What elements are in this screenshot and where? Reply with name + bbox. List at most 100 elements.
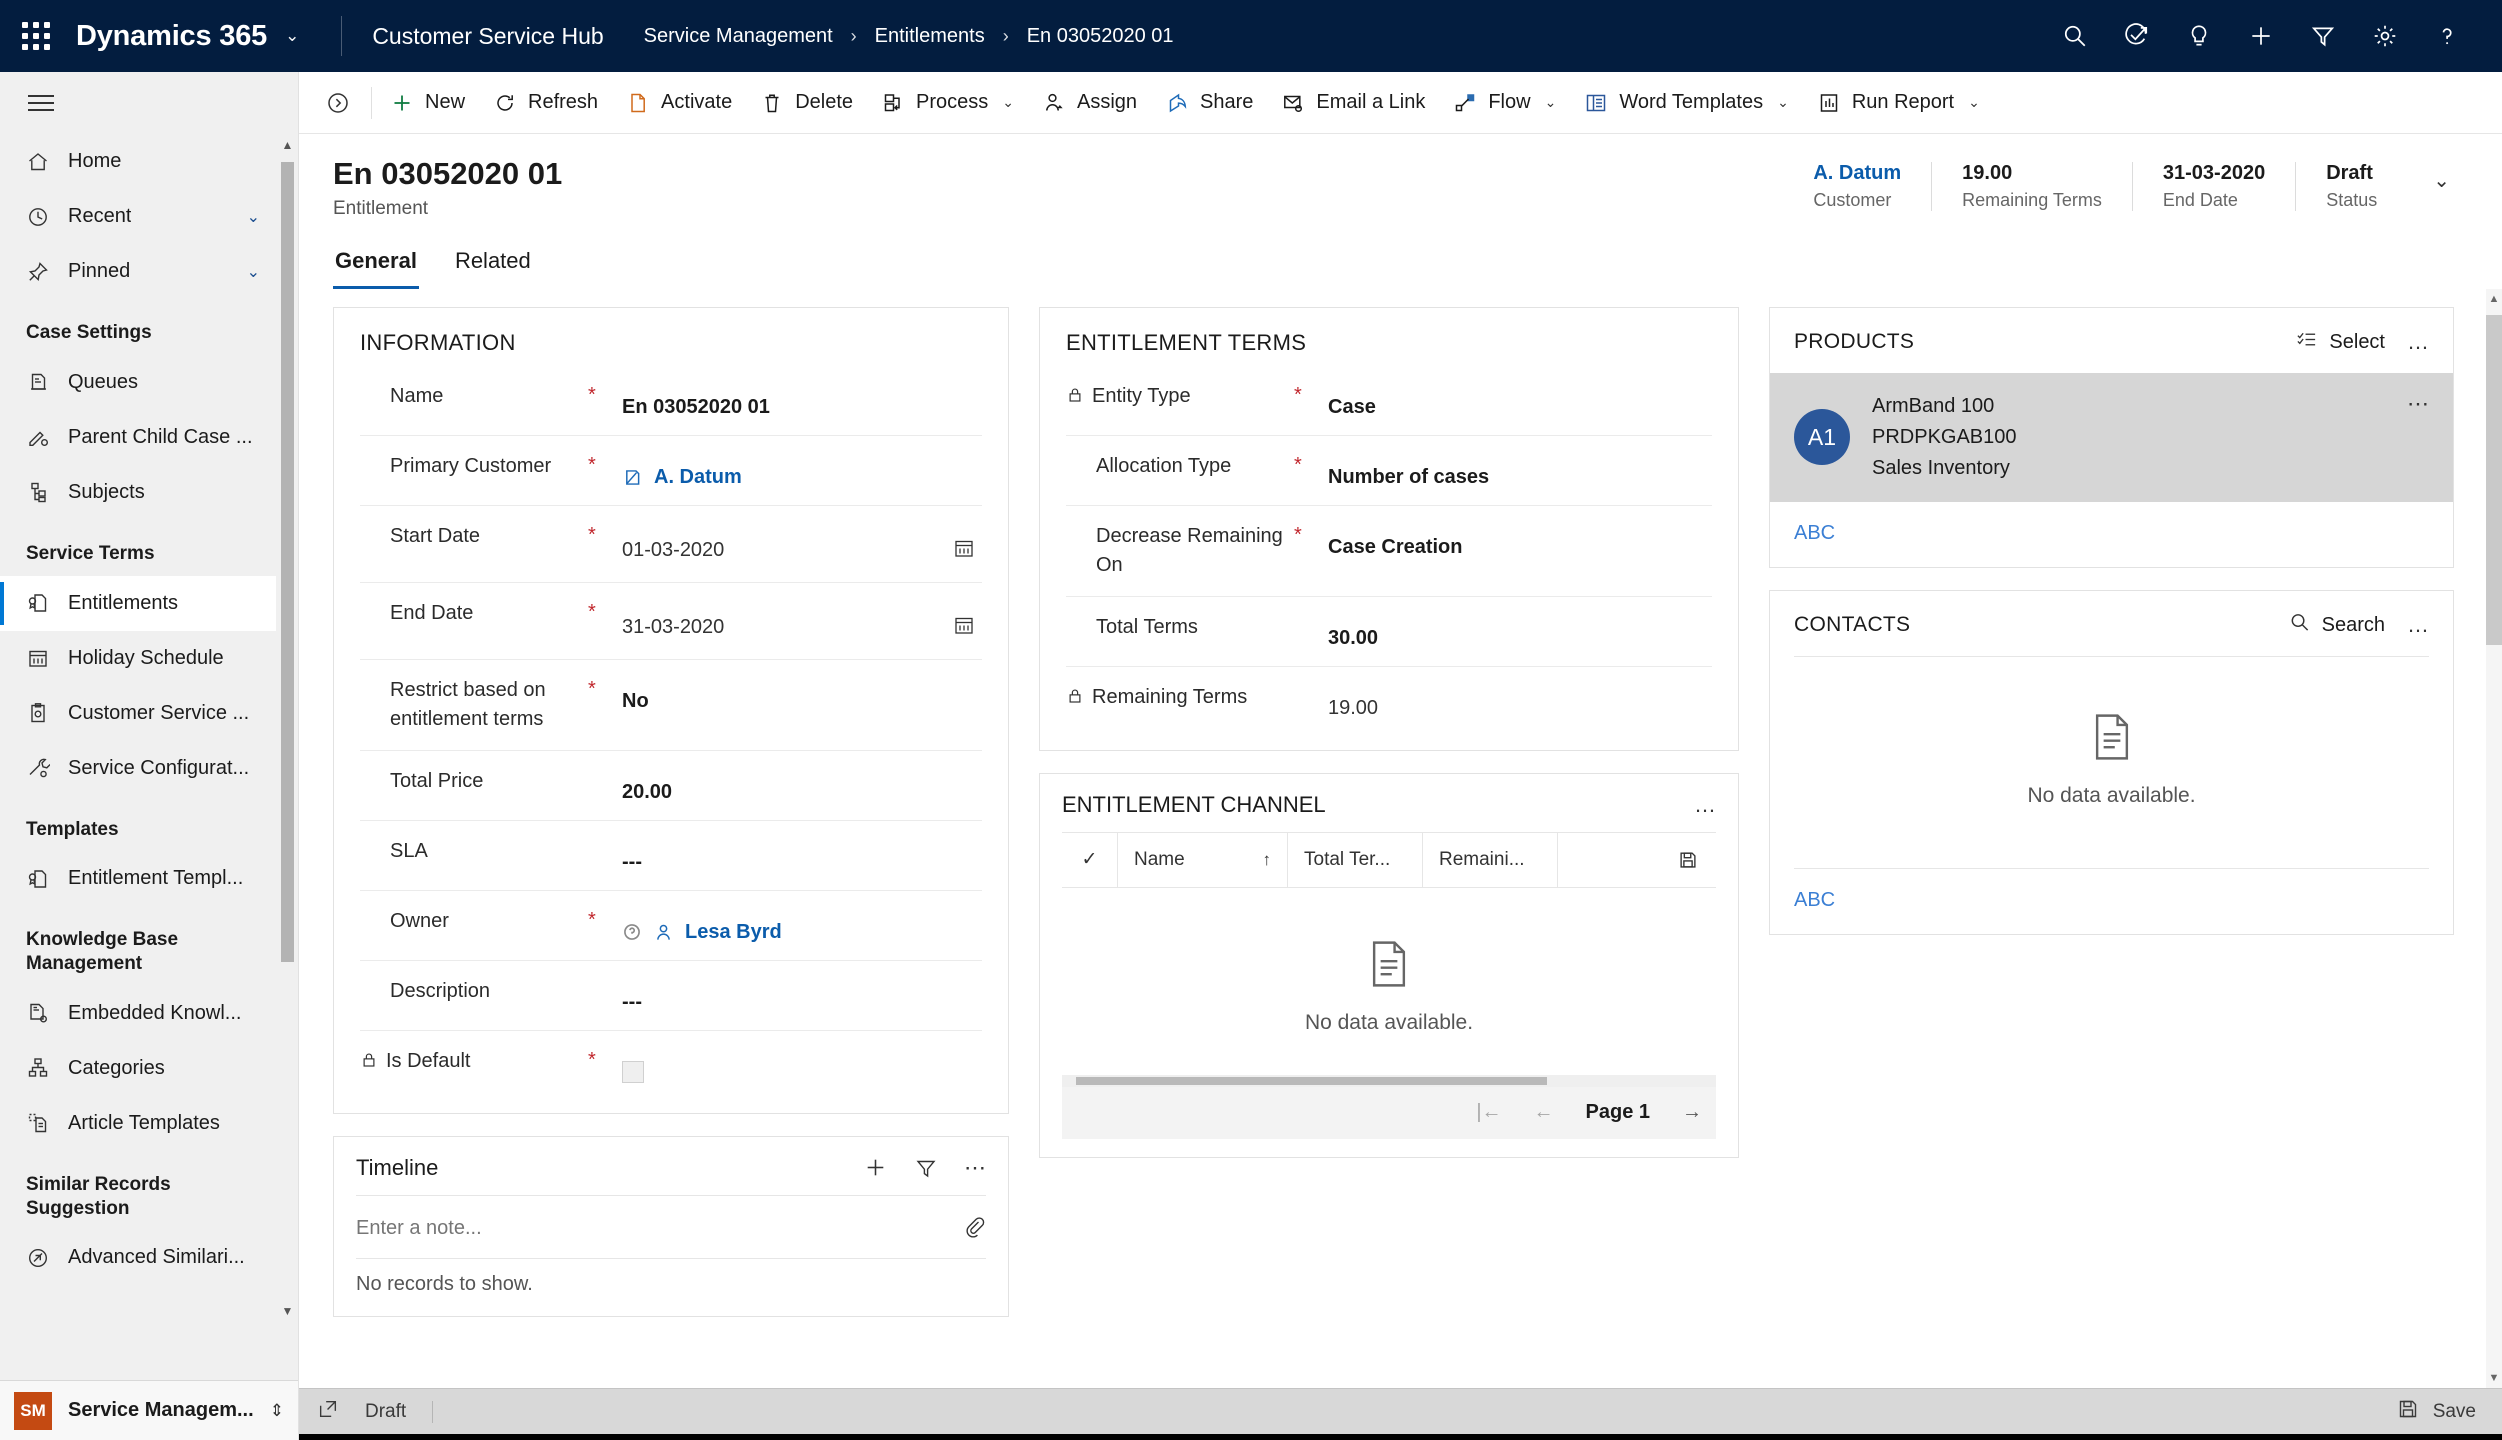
breadcrumb-item-entitlements[interactable]: Entitlements [875, 25, 985, 48]
grid-save-icon[interactable] [1660, 833, 1716, 887]
app-name[interactable]: Customer Service Hub [341, 16, 604, 56]
plus-icon[interactable] [2230, 0, 2292, 72]
sidebar-item-article-templates[interactable]: Article Templates [0, 1096, 276, 1151]
lightbulb-icon[interactable] [2168, 0, 2230, 72]
sidebar-item-entitlements[interactable]: Entitlements [0, 575, 276, 631]
chevron-down-icon[interactable]: ⌄ [1545, 94, 1557, 111]
calendar-icon[interactable] [952, 613, 982, 643]
sidebar-scrollbar[interactable] [281, 140, 294, 1336]
command-bar-expand-icon[interactable] [309, 90, 367, 116]
chevron-down-icon[interactable]: ⌄ [1777, 94, 1789, 111]
run-report-button[interactable]: Run Report ⌄ [1803, 72, 1994, 134]
chevron-down-icon[interactable]: ⌄ [247, 207, 276, 227]
sidebar-item-recent[interactable]: Recent ⌄ [0, 189, 276, 244]
sidebar-item-holiday-schedule[interactable]: Holiday Schedule [0, 631, 276, 686]
product-row-more-icon[interactable]: ⋯ [2407, 391, 2429, 417]
sidebar-item-pinned[interactable]: Pinned ⌄ [0, 244, 276, 299]
sidebar-scroll-up-icon[interactable]: ▲ [281, 138, 294, 152]
sidebar-item-parent-child-case[interactable]: Parent Child Case ... [0, 410, 276, 465]
calendar-icon[interactable] [952, 536, 982, 566]
note-input[interactable]: Enter a note... [356, 1217, 962, 1240]
scroll-up-icon[interactable]: ▲ [2486, 293, 2502, 305]
pager-previous-icon[interactable]: ← [1534, 1101, 1554, 1124]
products-select-button[interactable]: Select [2295, 328, 2385, 357]
grid-column-name[interactable]: Name ↑ [1118, 832, 1288, 887]
help-icon[interactable] [2416, 0, 2478, 72]
field-value-sla[interactable]: --- [622, 837, 982, 874]
grid-column-remaining-terms[interactable]: Remaini... [1423, 832, 1558, 887]
sidebar-item-subjects[interactable]: Subjects [0, 465, 276, 520]
list-item[interactable]: A1 ArmBand 100 PRDPKGAB100 Sales Invento… [1770, 372, 2453, 502]
activate-button[interactable]: Activate [612, 72, 746, 134]
sidebar-item-advanced-similarity[interactable]: Advanced Similari... [0, 1230, 276, 1285]
tab-related[interactable]: Related [453, 242, 533, 289]
field-value-allocation-type[interactable]: Number of cases [1328, 452, 1712, 489]
brand-chevron-down-icon[interactable]: ⌄ [285, 26, 299, 46]
field-value-name[interactable]: En 03052020 01 [622, 382, 982, 419]
sidebar-item-categories[interactable]: Categories [0, 1041, 276, 1096]
assign-button[interactable]: Assign [1028, 72, 1151, 134]
sort-ascending-icon[interactable]: ↑ [1263, 850, 1272, 870]
header-expand-chevron-down-icon[interactable]: ⌄ [2407, 162, 2468, 193]
word-templates-button[interactable]: Word Templates ⌄ [1570, 72, 1803, 134]
is-default-checkbox[interactable] [622, 1060, 644, 1083]
email-a-link-button[interactable]: Email a Link [1267, 72, 1439, 134]
new-button[interactable]: New [376, 72, 479, 134]
field-value-total-price[interactable]: 20.00 [622, 767, 982, 804]
field-value-restrict[interactable]: No [622, 676, 982, 713]
contacts-more-icon[interactable]: … [2401, 612, 2429, 638]
entitlement-channel-more-icon[interactable]: … [1694, 792, 1716, 818]
sidebar-app-switcher[interactable]: SM Service Managem... ⇕ [0, 1380, 298, 1440]
header-field-customer[interactable]: A. Datum Customer [1783, 162, 1931, 211]
timeline-note-input-row[interactable]: Enter a note... [334, 1196, 1008, 1258]
filter-icon[interactable] [2292, 0, 2354, 72]
refresh-button[interactable]: Refresh [479, 72, 612, 134]
contacts-footer-link[interactable]: ABC [1770, 869, 2453, 934]
timeline-filter-icon[interactable] [914, 1156, 938, 1180]
chevron-up-down-icon[interactable]: ⇕ [270, 1401, 284, 1421]
field-value-end-date[interactable]: 31-03-2020 [622, 599, 982, 643]
sidebar-item-embedded-knowledge[interactable]: Embedded Knowl... [0, 986, 276, 1041]
field-value-total-terms[interactable]: 30.00 [1328, 613, 1712, 650]
breadcrumb-item-service-management[interactable]: Service Management [644, 25, 833, 48]
field-value-owner[interactable]: Lesa Byrd [622, 907, 982, 944]
gear-icon[interactable] [2354, 0, 2416, 72]
header-field-value[interactable]: A. Datum [1813, 162, 1901, 185]
chevron-down-icon[interactable]: ⌄ [1968, 94, 1980, 111]
products-footer-link[interactable]: ABC [1770, 502, 2453, 567]
sidebar-scroll-down-icon[interactable]: ▼ [281, 1304, 294, 1318]
contacts-search-button[interactable]: Search [2288, 611, 2385, 640]
app-launcher-waffle-icon[interactable] [0, 0, 72, 72]
grid-column-total-terms[interactable]: Total Ter... [1288, 832, 1423, 887]
check-circle-arrow-icon[interactable] [2106, 0, 2168, 72]
sidebar-collapse-hamburger-icon[interactable] [0, 72, 298, 134]
process-button[interactable]: Process ⌄ [867, 72, 1028, 134]
save-button[interactable]: Save [2396, 1397, 2476, 1426]
popout-icon[interactable] [317, 1398, 339, 1425]
form-scrollbar[interactable]: ▲ ▼ [2486, 288, 2502, 1388]
pager-next-icon[interactable]: → [1682, 1101, 1702, 1124]
brand-title[interactable]: Dynamics 365 [72, 20, 267, 53]
field-value-decrease-remaining-on[interactable]: Case Creation [1328, 522, 1712, 559]
sidebar-item-home[interactable]: Home [0, 134, 276, 189]
select-all-checkmark-icon[interactable]: ✓ [1062, 832, 1118, 887]
timeline-more-icon[interactable]: ⋯ [964, 1155, 986, 1181]
attachment-clip-icon[interactable] [962, 1214, 986, 1244]
delete-button[interactable]: Delete [746, 72, 867, 134]
products-more-icon[interactable]: … [2401, 329, 2429, 355]
sidebar-item-queues[interactable]: Queues [0, 355, 276, 410]
search-icon[interactable] [2044, 0, 2106, 72]
pager-first-icon[interactable]: |← [1476, 1101, 1501, 1124]
field-value-description[interactable]: --- [622, 977, 982, 1014]
field-value-primary-customer[interactable]: A. Datum [622, 452, 982, 489]
grid-horizontal-scrollbar[interactable] [1062, 1074, 1716, 1087]
timeline-add-icon[interactable] [863, 1155, 888, 1180]
sidebar-item-customer-service[interactable]: Customer Service ... [0, 686, 276, 741]
share-button[interactable]: Share [1151, 72, 1267, 134]
chevron-down-icon[interactable]: ⌄ [247, 262, 276, 282]
flow-button[interactable]: Flow ⌄ [1439, 72, 1570, 134]
chevron-down-icon[interactable]: ⌄ [1002, 94, 1014, 111]
sidebar-item-service-configuration[interactable]: Service Configurat... [0, 741, 276, 796]
scroll-down-icon[interactable]: ▼ [2486, 1372, 2502, 1384]
field-value-start-date[interactable]: 01-03-2020 [622, 522, 982, 566]
